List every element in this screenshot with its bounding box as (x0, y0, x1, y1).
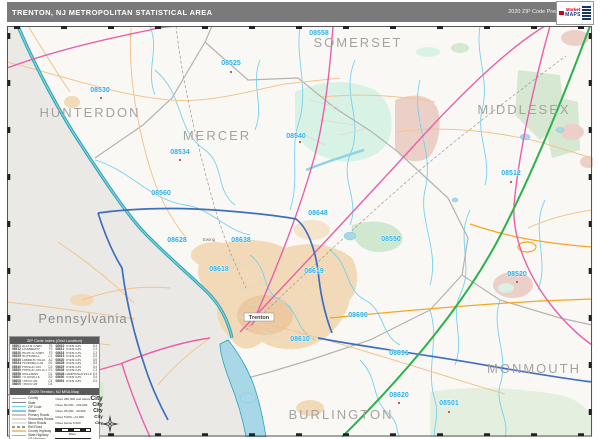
logo-flag-icon (559, 11, 565, 15)
map-poster-page: TRENTON, NJ METROPOLITAN STATISTICAL ARE… (0, 0, 600, 439)
legend-line-sample (12, 418, 26, 420)
legend-line-sample (12, 426, 26, 428)
compass-rose-icon (101, 415, 119, 433)
zip-index-row: 08609 TRENTON D4 (12, 381, 53, 386)
zip-label-08558: 08558 (309, 30, 329, 37)
legend-line-sample (12, 422, 26, 424)
legend-city-row: Cities below 5,000 City (55, 420, 102, 426)
legend-city-label: Cities 5,000 - 24,999 (55, 415, 84, 420)
state-label-pennsylvania: Pennsylvania (38, 311, 127, 326)
zip-label-08520: 08520 (507, 271, 527, 278)
zip-label-08530: 08530 (90, 87, 110, 94)
zip-label-08628: 08628 (167, 237, 187, 244)
zip-label-08638: 08638 (231, 237, 251, 244)
page-title: TRENTON, NJ METROPOLITAN STATISTICAL ARE… (12, 7, 213, 17)
map-key: County State ZIP Code Water Primary Roads Sec… (10, 395, 103, 439)
zip-label-08691: 08691 (389, 350, 409, 357)
zip-label-08618: 08618 (209, 266, 229, 273)
zip-label-08690: 08690 (348, 312, 368, 319)
legend-line-sample (12, 401, 26, 404)
county-label-middlesex: MIDDLESEX (477, 102, 570, 117)
legend-line-sample (12, 409, 26, 412)
title-bar: TRENTON, NJ METROPOLITAN STATISTICAL ARE… (7, 1, 594, 25)
zip-label-08550: 08550 (381, 236, 401, 243)
county-label-mercer: MERCER (183, 128, 251, 143)
legend-city-sample: City (93, 407, 103, 414)
zip-index-row: 08691 TRENTON E4 (55, 378, 98, 383)
map-key-title: 2020 Trenton, NJ MSA Map (10, 388, 99, 396)
logo-brand-bottom: MAPS (565, 11, 581, 18)
zip-label-08619: 08619 (304, 268, 324, 275)
zip-label-08525: 08525 (221, 60, 241, 67)
zip-label-08501: 08501 (439, 400, 459, 407)
legend-line-sample (12, 397, 26, 400)
county-label-hunterdon: HUNTERDON (39, 105, 140, 120)
legend-city-label: Cities 25,000 - 49,999 (55, 409, 86, 414)
legend-line-sample (12, 434, 26, 437)
zip-label-08540: 08540 (286, 133, 306, 140)
zip-index-table: 08501 ALLENTOWN F5 08512 CRANBURY F2 08520 HIGH… (10, 344, 99, 388)
county-label-monmouth: MONMOUTH (487, 361, 581, 376)
legend-city-label: Cities below 5,000 (55, 421, 81, 426)
legend-line-sample (12, 405, 26, 408)
zip-label-08610: 08610 (290, 336, 310, 343)
zip-label-08512: 08512 (501, 170, 521, 177)
marketmaps-logo: Market MAPS (556, 1, 594, 25)
zip-label-08534: 08534 (170, 149, 190, 156)
city-label-ewing: Ewing (203, 237, 216, 242)
county-label-burlington: BURLINGTON (289, 407, 394, 422)
legend-panel: ZIP Code Index (Grid Location) 08501 ALLE… (9, 336, 103, 439)
legend-city-label: Cities 50,000 - 249,999 (55, 403, 88, 408)
zip-index-title: ZIP Code Index (Grid Location) (10, 337, 99, 344)
county-label-somerset: SOMERSET (314, 35, 403, 50)
legend-line-sample (12, 414, 26, 416)
scale-bar-label: Miles (68, 432, 76, 437)
scale-bar: Miles (55, 428, 102, 436)
zip-label-08560: 08560 (151, 190, 171, 197)
logo-info-box (581, 6, 591, 20)
zip-label-08648: 08648 (308, 210, 328, 217)
zip-label-08620: 08620 (389, 392, 409, 399)
city-label-trenton: Trenton (249, 315, 270, 321)
legend-city-label: Cities 250,000 and above (55, 397, 91, 402)
legend-line-sample (12, 430, 26, 433)
